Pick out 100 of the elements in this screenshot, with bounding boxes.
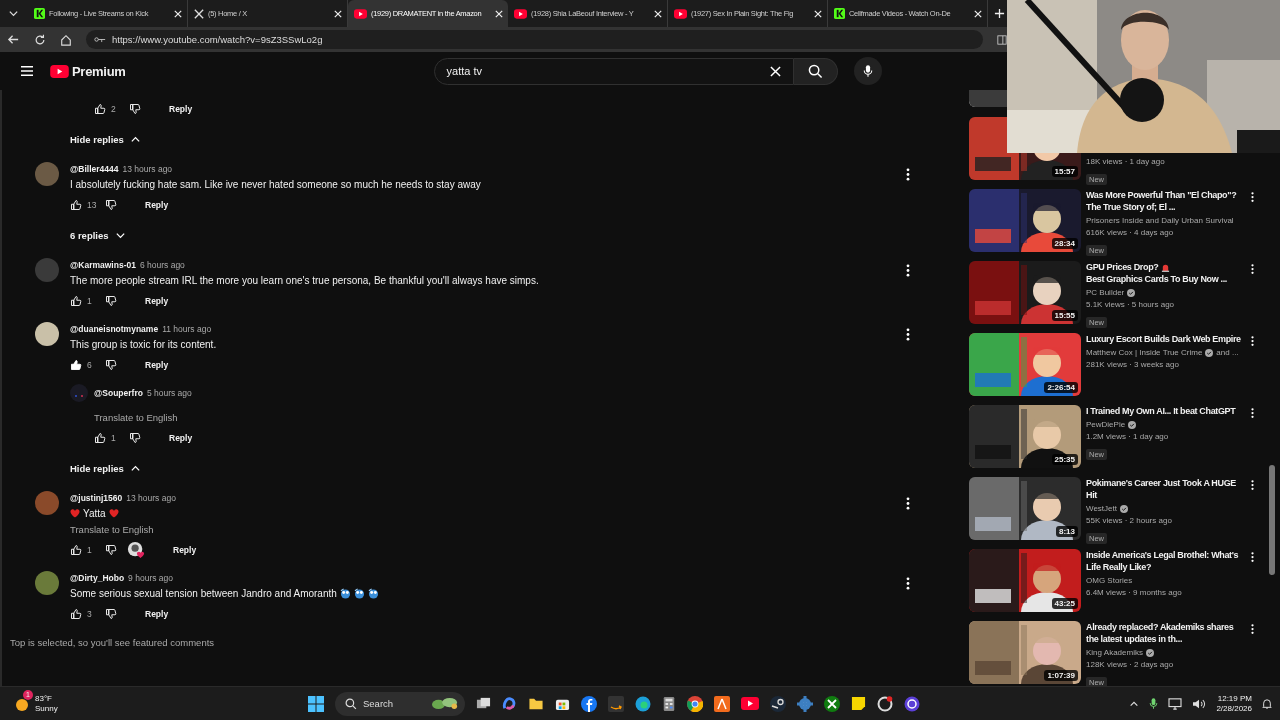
scrollbar-thumb[interactable] [1269, 465, 1275, 575]
calculator-icon[interactable] [662, 695, 676, 712]
more-icon[interactable] [1251, 479, 1254, 491]
logo-text[interactable]: Premium [72, 63, 126, 79]
dislike-icon[interactable] [105, 359, 117, 371]
close-icon[interactable] [654, 9, 662, 18]
reload-icon[interactable] [34, 33, 46, 46]
ring-app-icon[interactable] [904, 695, 920, 712]
circle-app-icon[interactable] [581, 695, 597, 712]
reply-button[interactable]: Reply [139, 605, 175, 623]
triangle-app-icon[interactable] [714, 695, 730, 712]
reply-button[interactable]: Reply [163, 100, 199, 118]
video-title[interactable]: I Trained My Own AI... It beat ChatGPT [1086, 405, 1246, 417]
clear-icon[interactable] [769, 65, 781, 77]
like-icon[interactable] [70, 295, 82, 307]
channel-name[interactable]: PC Builder [1086, 287, 1125, 299]
comment-author[interactable]: @Souperfro [94, 388, 143, 398]
more-icon[interactable] [906, 497, 910, 510]
address-field[interactable]: https://www.youtube.com/watch?v=9sZ3SSwLo2g [86, 30, 983, 49]
more-icon[interactable] [906, 264, 910, 277]
windows-icon[interactable] [308, 695, 324, 712]
reply-button[interactable]: Reply [163, 429, 199, 447]
more-icon[interactable] [906, 577, 910, 590]
more-icon[interactable] [906, 328, 910, 341]
close-icon[interactable] [334, 9, 342, 18]
dislike-icon[interactable] [105, 544, 117, 556]
dislike-icon[interactable] [105, 295, 117, 307]
avatar[interactable] [35, 322, 59, 346]
play-icon[interactable] [741, 697, 759, 710]
video-title[interactable]: Luxury Escort Builds Dark Web Empire [1086, 333, 1246, 345]
network-icon[interactable] [1168, 697, 1183, 710]
swirl-icon[interactable] [502, 696, 517, 711]
more-icon[interactable] [1251, 263, 1254, 275]
comment-author[interactable]: @Biller4444 [70, 164, 119, 174]
speaker-icon[interactable] [1192, 697, 1207, 710]
voice-search-button[interactable] [853, 57, 882, 85]
new-tab-icon[interactable] [994, 8, 1005, 19]
more-icon[interactable] [1251, 551, 1254, 563]
sticky-note-icon[interactable] [851, 696, 866, 711]
back-icon[interactable] [7, 33, 20, 46]
close-icon[interactable] [814, 9, 822, 18]
close-icon[interactable] [974, 9, 982, 18]
like-icon[interactable] [70, 359, 82, 371]
ring-app-icon[interactable] [877, 695, 893, 712]
clock-date[interactable]: 2/28/2026 [1216, 703, 1252, 714]
replies-toggle[interactable]: Hide replies [70, 126, 141, 152]
video-title[interactable]: Was More Powerful Than "El Chapo"? The True Story of; El ... [1086, 189, 1246, 213]
channel-name[interactable]: Matthew Cox | Inside True Crime [1086, 347, 1203, 359]
like-icon[interactable] [70, 199, 82, 211]
like-icon[interactable] [70, 608, 82, 620]
channel-name[interactable]: PewDiePie [1086, 419, 1126, 431]
channel-name[interactable]: OMG Stories [1086, 575, 1133, 587]
clock-time[interactable]: 12:19 PM [1217, 693, 1252, 704]
reply-button[interactable]: Reply [139, 356, 175, 374]
menu-icon[interactable] [20, 65, 34, 77]
translate-link[interactable]: Translate to English [70, 524, 154, 535]
dislike-icon[interactable] [129, 103, 141, 115]
video-title[interactable]: GPU Prices Drop? [1086, 261, 1159, 273]
dislike-icon[interactable] [105, 608, 117, 620]
video-title[interactable]: Inside America's Legal Brothel: What's Life Really Like? [1086, 549, 1246, 573]
like-icon[interactable] [94, 432, 106, 444]
tab-list-icon[interactable] [8, 8, 19, 19]
reply-button[interactable]: Reply [167, 541, 203, 559]
task-view-icon[interactable] [476, 696, 491, 711]
channel-name[interactable]: King Akademiks [1086, 647, 1143, 659]
bell-icon[interactable] [1262, 697, 1272, 710]
reply-button[interactable]: Reply [139, 196, 175, 214]
like-icon[interactable] [70, 544, 82, 556]
more-icon[interactable] [1251, 335, 1254, 347]
video-title[interactable]: Already replaced? Akademiks shares the latest updates in th... [1086, 621, 1246, 645]
sidebar-icon[interactable] [997, 34, 1007, 45]
more-icon[interactable] [1251, 623, 1254, 635]
more-icon[interactable] [1251, 191, 1254, 203]
comment-author[interactable]: @Dirty_Hobo [70, 573, 125, 583]
video-title[interactable]: Pokimane's Career Just Took A HUGE Hit [1086, 477, 1246, 501]
microphone-icon[interactable] [1149, 697, 1159, 710]
comment-author[interactable]: @duaneisnotmyname [70, 324, 159, 334]
channel-name[interactable]: WestJett [1086, 503, 1117, 515]
comment-author[interactable]: @justinj1560 [70, 493, 123, 503]
more-icon[interactable] [1251, 407, 1254, 419]
search-button[interactable] [793, 57, 838, 85]
more-icon[interactable] [906, 168, 910, 181]
xbox-icon[interactable] [824, 695, 840, 712]
steam-icon[interactable] [770, 695, 786, 712]
query-field[interactable]: yatta tv [433, 57, 794, 85]
channel-name[interactable]: Prisoners Inside and Daily Urban Survival [1086, 215, 1234, 227]
replies-toggle[interactable]: Hide replies [70, 455, 141, 481]
dislike-icon[interactable] [105, 199, 117, 211]
close-icon[interactable] [495, 9, 503, 18]
play-icon[interactable] [50, 64, 69, 78]
like-icon[interactable] [94, 103, 106, 115]
taskbar-search-field[interactable]: Search [335, 691, 465, 716]
close-icon[interactable] [174, 9, 182, 18]
dislike-icon[interactable] [129, 432, 141, 444]
reply-button[interactable]: Reply [139, 292, 175, 310]
folder-icon[interactable] [528, 696, 544, 711]
comment-author[interactable]: @Karmawins-01 [70, 260, 136, 270]
replies-toggle[interactable]: 6 replies [70, 222, 126, 248]
chrome-icon[interactable] [687, 695, 703, 712]
home-icon[interactable] [60, 33, 72, 46]
